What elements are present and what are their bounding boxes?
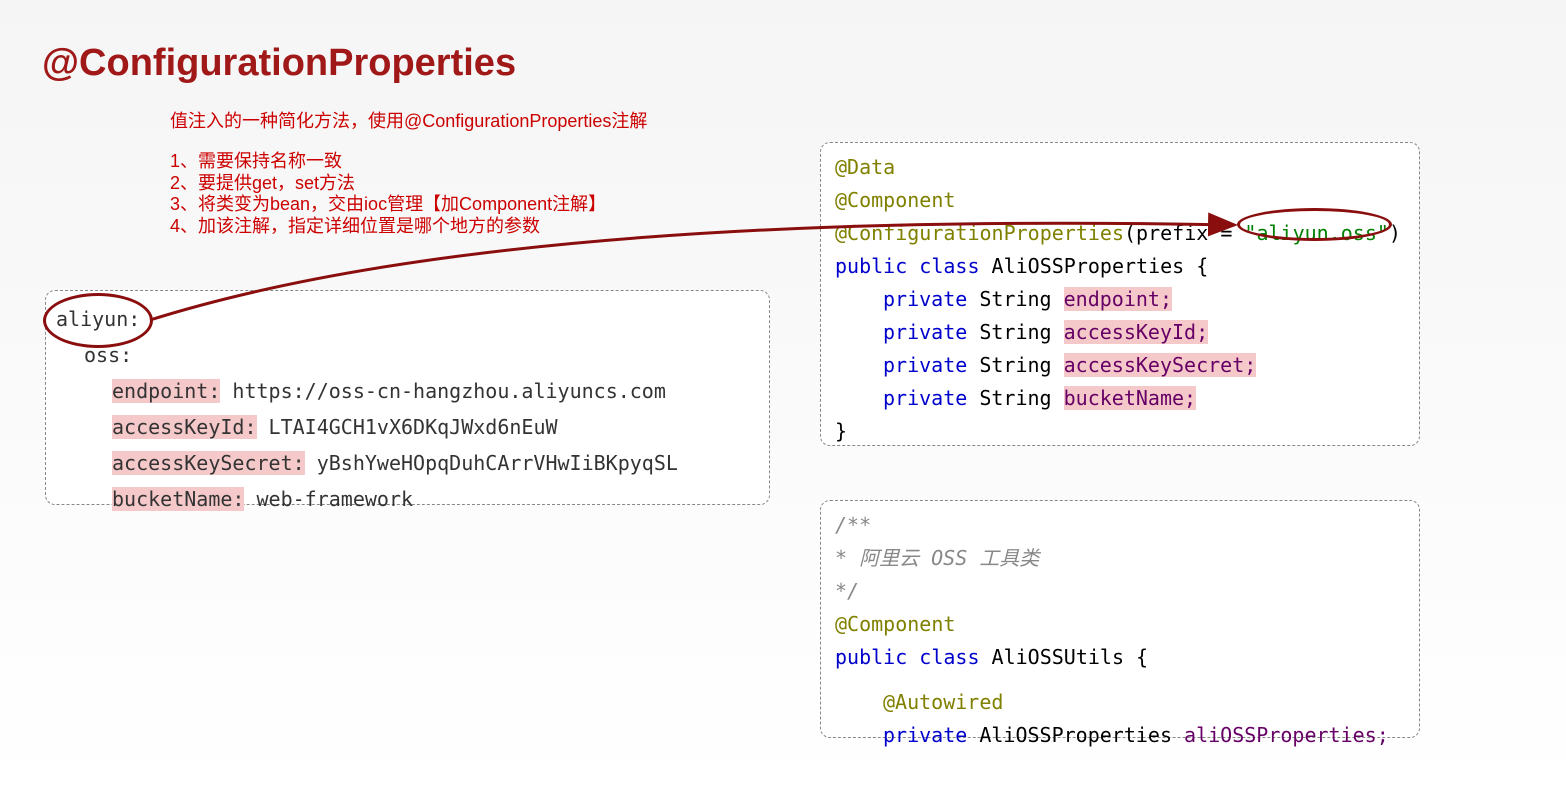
java1-classname: AliOSSProperties { bbox=[980, 254, 1209, 278]
yaml-key-bucketname: bucketName: bbox=[112, 487, 244, 511]
yaml-key-accesskeysecret: accessKeySecret: bbox=[112, 451, 305, 475]
java1-closeparen: ) bbox=[1389, 221, 1401, 245]
yaml-val-endpoint: https://oss-cn-hangzhou.aliyuncs.com bbox=[220, 379, 666, 403]
java1-accesskeysecret: accessKeySecret; bbox=[1064, 353, 1257, 377]
intro-text: 值注入的一种简化方法，使用@ConfigurationProperties注解 … bbox=[170, 112, 647, 239]
java1-str4: String bbox=[967, 386, 1063, 410]
java2-autowired: @Autowired bbox=[883, 690, 1003, 714]
intro-line-5: 4、加该注解，指定详细位置是哪个地方的参数 bbox=[170, 217, 647, 237]
java2-component: @Component bbox=[835, 612, 955, 636]
java1-publicclass: public class bbox=[835, 254, 980, 278]
java1-configprops: @ConfigurationProperties bbox=[835, 221, 1124, 245]
intro-line-2: 1、需要保持名称一致 bbox=[170, 152, 647, 172]
yaml-val-bucketname: web-framework bbox=[244, 487, 413, 511]
java1-prefixstr: "aliyun.oss" bbox=[1244, 221, 1389, 245]
yaml-key-accesskeyid: accessKeyId: bbox=[112, 415, 257, 439]
java2-field: aliOSSProperties; bbox=[1184, 723, 1389, 747]
java2-c1: /** bbox=[835, 513, 871, 537]
java2-classname: AliOSSUtils { bbox=[980, 645, 1149, 669]
java2-c3: */ bbox=[835, 579, 859, 603]
intro-line-1: 值注入的一种简化方法，使用@ConfigurationProperties注解 bbox=[170, 112, 647, 132]
java1-accesskeyid: accessKeyId; bbox=[1064, 320, 1209, 344]
yaml-val-accesskeyid: LTAI4GCH1vX6DKqJWxd6nEuW bbox=[257, 415, 558, 439]
java2-type: AliOSSProperties bbox=[967, 723, 1184, 747]
java1-endpoint: endpoint; bbox=[1064, 287, 1172, 311]
java1-str2: String bbox=[967, 320, 1063, 344]
java1-priv4: private bbox=[883, 386, 967, 410]
java1-closebrace: } bbox=[835, 419, 847, 443]
java1-priv2: private bbox=[883, 320, 967, 344]
intro-line-4: 3、将类变为bean，交由ioc管理【加Component注解】 bbox=[170, 195, 647, 215]
yaml-line-2: oss: bbox=[84, 343, 132, 367]
java1-data: @Data bbox=[835, 155, 895, 179]
java1-str1: String bbox=[967, 287, 1063, 311]
java1-component: @Component bbox=[835, 188, 955, 212]
java2-publicclass: public class bbox=[835, 645, 980, 669]
java1-parenprefix: (prefix = bbox=[1124, 221, 1244, 245]
page-title: @ConfigurationProperties bbox=[42, 42, 516, 85]
java2-private: private bbox=[883, 723, 967, 747]
java1-str3: String bbox=[967, 353, 1063, 377]
yaml-code-box: aliyun: oss: endpoint: https://oss-cn-ha… bbox=[45, 290, 770, 505]
java1-priv1: private bbox=[883, 287, 967, 311]
yaml-key-endpoint: endpoint: bbox=[112, 379, 220, 403]
yaml-line-1: aliyun: bbox=[56, 307, 140, 331]
java1-priv3: private bbox=[883, 353, 967, 377]
java-utils-box: /** * 阿里云 OSS 工具类 */ @Component public c… bbox=[820, 500, 1420, 738]
yaml-val-accesskeysecret: yBshYweHOpqDuhCArrVHwIiBKpyqSL bbox=[305, 451, 678, 475]
java1-bucketname: bucketName; bbox=[1064, 386, 1196, 410]
java-properties-box: @Data @Component @ConfigurationPropertie… bbox=[820, 142, 1420, 446]
intro-line-3: 2、要提供get，set方法 bbox=[170, 174, 647, 194]
java2-c2: * 阿里云 OSS 工具类 bbox=[835, 546, 1039, 570]
